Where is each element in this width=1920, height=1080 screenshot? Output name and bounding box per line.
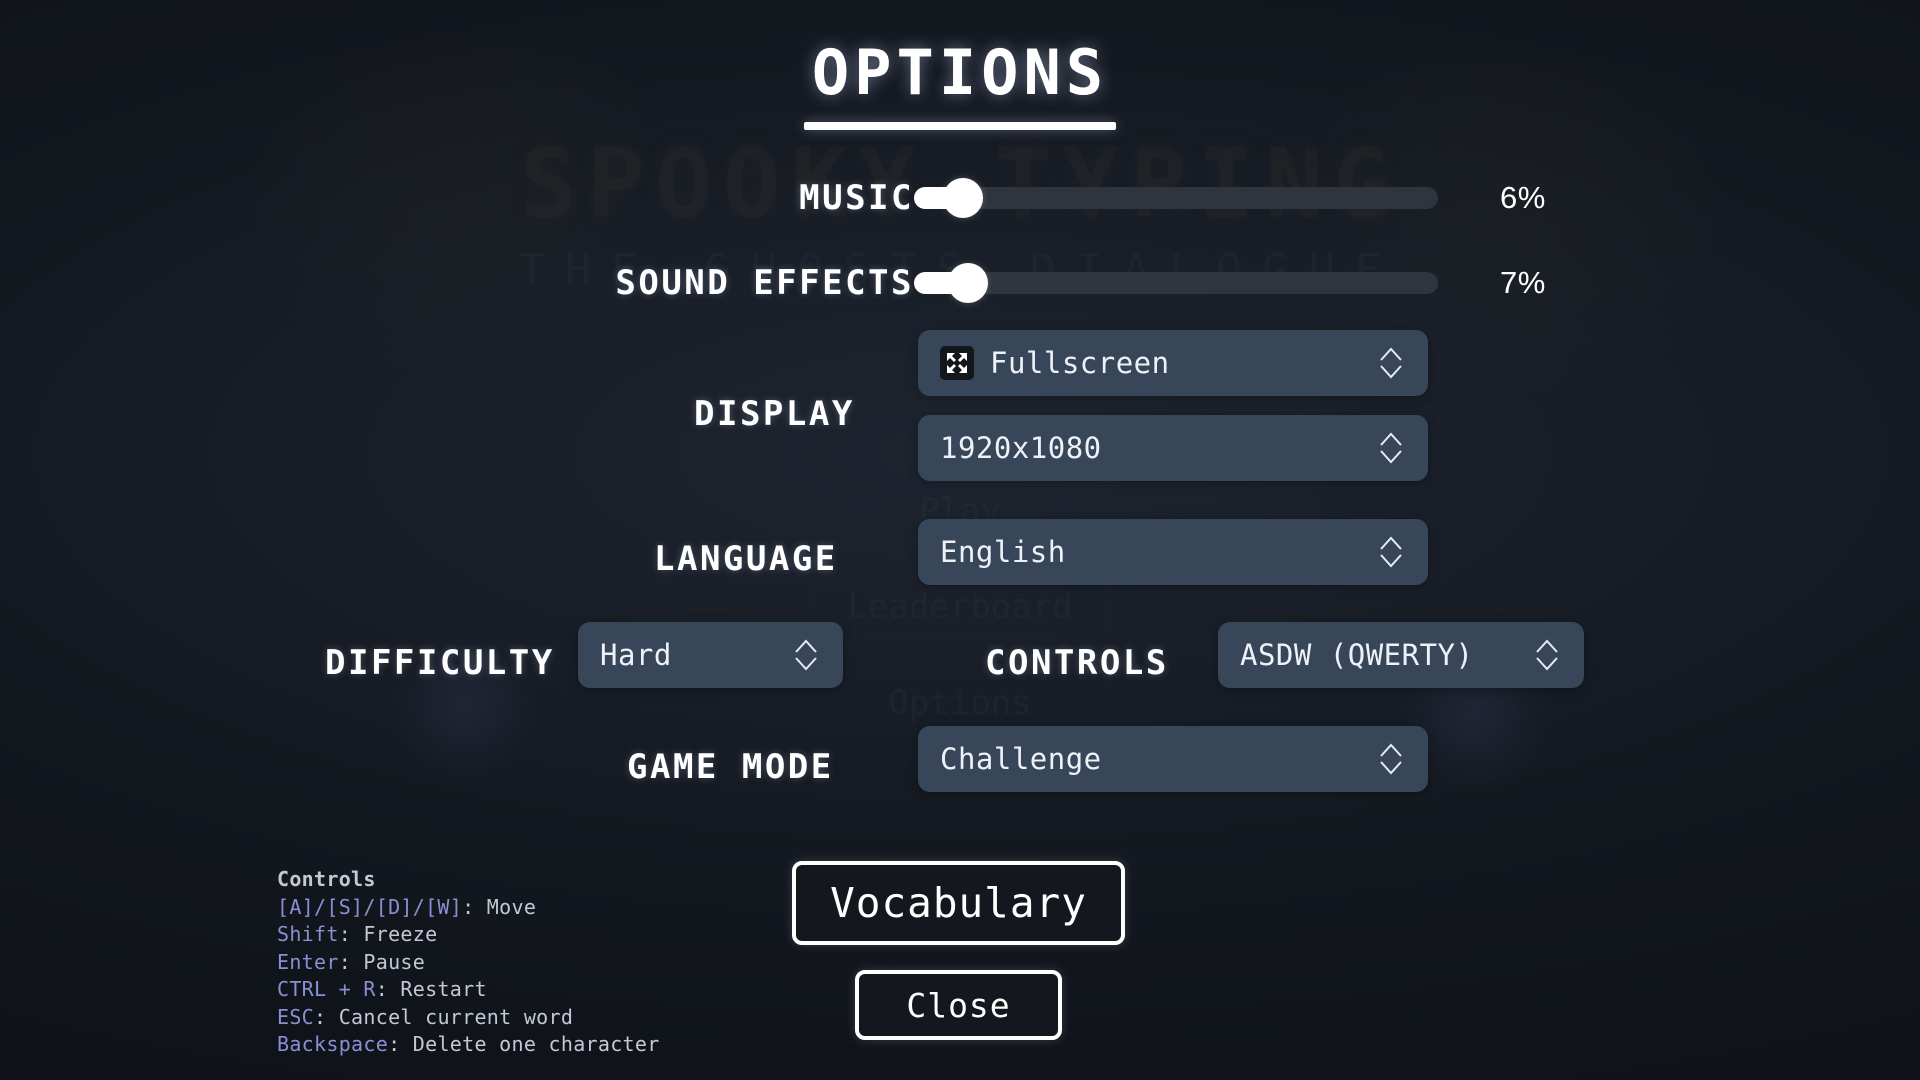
controls-help-key: Shift	[277, 922, 339, 946]
resolution-value: 1920x1080	[940, 431, 1102, 465]
controls-help-key: CTRL + R	[277, 977, 376, 1001]
language-value: English	[940, 535, 1066, 569]
controls-scheme-select[interactable]: ASDW (QWERTY)	[1218, 622, 1584, 688]
difficulty-label: DIFFICULTY	[325, 643, 555, 683]
controls-help-key: Backspace	[277, 1032, 389, 1056]
controls-help-line: [A]/[S]/[D]/[W]: Move	[277, 894, 660, 922]
chevron-up-down-icon[interactable]	[1378, 532, 1404, 572]
fullscreen-expand-icon	[940, 346, 974, 380]
title-underline	[804, 122, 1116, 130]
game-mode-value: Challenge	[940, 742, 1102, 776]
language-label: LANGUAGE	[654, 539, 838, 579]
music-value-label: 6%	[1500, 180, 1546, 215]
chevron-up-down-icon[interactable]	[1534, 635, 1560, 675]
controls-help-line: Shift: Freeze	[277, 921, 660, 949]
difficulty-select[interactable]: Hard	[578, 622, 843, 688]
resolution-select[interactable]: 1920x1080	[918, 415, 1428, 481]
close-button[interactable]: Close	[855, 970, 1062, 1040]
game-mode-select[interactable]: Challenge	[918, 726, 1428, 792]
controls-help-lines: [A]/[S]/[D]/[W]: Move Shift: Freeze Enter:…	[277, 894, 660, 1059]
page-title: OPTIONS	[811, 36, 1109, 109]
controls-help-description: : Cancel current word	[314, 1004, 574, 1029]
game-mode-label: GAME MODE	[627, 747, 834, 787]
controls-help: Controls [A]/[S]/[D]/[W]: Move Shift: Fre…	[277, 866, 660, 1059]
music-label: MUSIC	[799, 178, 914, 218]
options-panel: OPTIONS MUSIC 6% SOUND EFFECTS 7% DISPLA…	[0, 0, 1920, 1080]
music-volume-row: MUSIC 6%	[0, 176, 1920, 220]
chevron-up-down-icon[interactable]	[1378, 428, 1404, 468]
controls-help-description: : Freeze	[338, 922, 438, 946]
language-select[interactable]: English	[918, 519, 1428, 585]
controls-scheme-value: ASDW (QWERTY)	[1240, 638, 1474, 672]
music-slider-thumb[interactable]	[943, 178, 984, 218]
controls-label: CONTROLS	[985, 643, 1169, 683]
sound-effects-volume-row: SOUND EFFECTS 7%	[0, 261, 1920, 305]
controls-help-description: : Pause	[338, 949, 426, 974]
chevron-up-down-icon[interactable]	[1378, 343, 1404, 383]
controls-help-key: Enter	[277, 949, 339, 974]
controls-help-line: CTRL + R: Restart	[277, 976, 660, 1004]
sound-effects-slider[interactable]	[914, 263, 1438, 303]
difficulty-value: Hard	[600, 638, 672, 672]
chevron-up-down-icon[interactable]	[1378, 739, 1404, 779]
controls-help-key: ESC	[277, 1004, 315, 1029]
controls-help-line: Backspace: Delete one character	[277, 1031, 660, 1059]
controls-help-description: : Restart	[375, 977, 487, 1001]
chevron-up-down-icon[interactable]	[793, 635, 819, 675]
sound-effects-slider-thumb[interactable]	[947, 263, 988, 303]
controls-help-key: [A]/[S]/[D]/[W]	[277, 894, 463, 919]
display-label: DISPLAY	[694, 394, 855, 434]
sound-effects-label: SOUND EFFECTS	[615, 263, 914, 303]
vocabulary-button[interactable]: Vocabulary	[792, 861, 1125, 945]
music-slider[interactable]	[914, 178, 1438, 218]
controls-help-description: : Move	[462, 894, 537, 919]
window-mode-select[interactable]: Fullscreen	[918, 330, 1428, 396]
sound-effects-value-label: 7%	[1500, 265, 1546, 300]
controls-help-line: ESC: Cancel current word	[277, 1004, 660, 1032]
window-mode-value: Fullscreen	[990, 346, 1170, 380]
controls-help-title: Controls	[277, 867, 376, 891]
controls-help-description: : Delete one character	[388, 1032, 660, 1056]
controls-help-line: Enter: Pause	[277, 949, 660, 977]
